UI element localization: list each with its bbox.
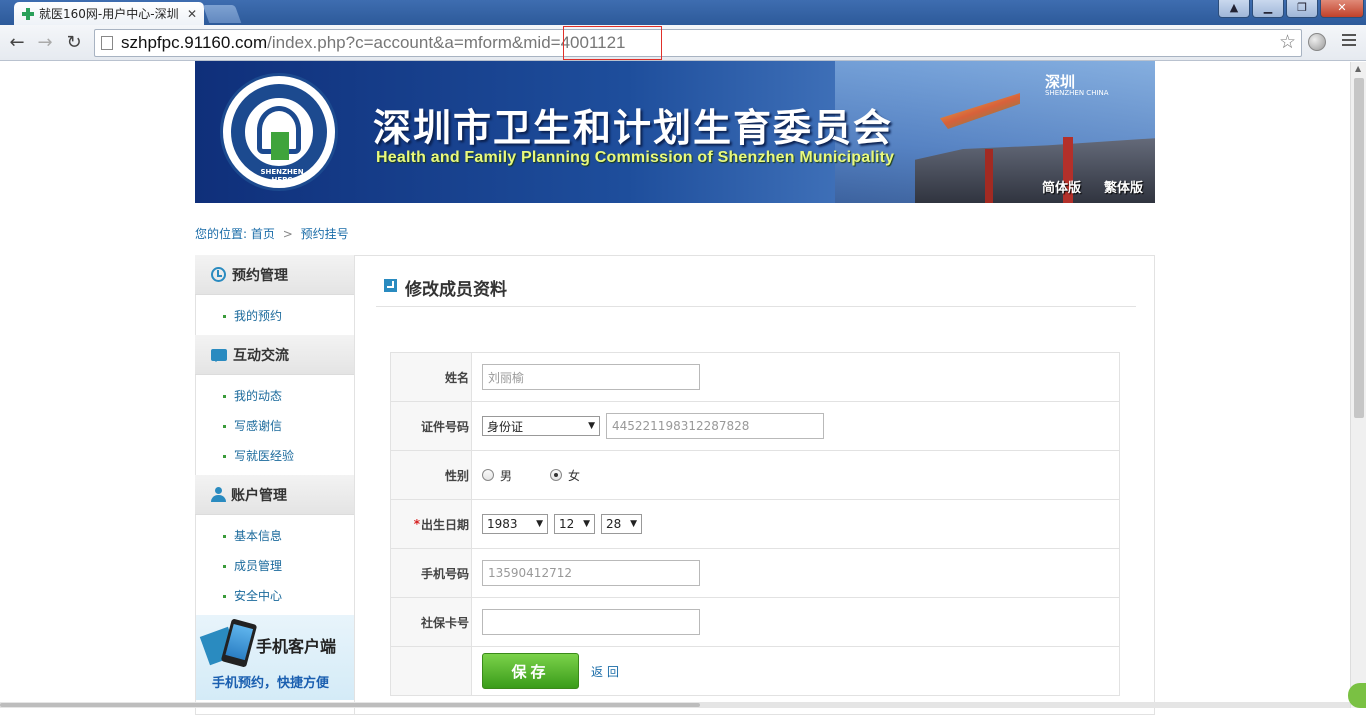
banner-title: 深圳市卫生和计划生育委员会	[373, 97, 893, 152]
save-button[interactable]: 保存	[482, 653, 579, 689]
reload-icon[interactable]: ↻	[63, 32, 85, 54]
new-tab-button[interactable]	[203, 5, 242, 23]
forward-arrow-icon[interactable]: →	[34, 32, 56, 54]
id-number-input[interactable]: 445221198312287828	[606, 413, 824, 439]
breadcrumb-prefix: 您的位置:	[195, 227, 247, 241]
site-favicon-icon	[22, 8, 34, 20]
breadcrumb: 您的位置: 首页 > 预约挂号	[195, 225, 349, 242]
gender-female-label: 女	[568, 467, 580, 484]
shenzhen-logo-sub: SHENZHEN CHINA	[1045, 89, 1109, 97]
traditional-link[interactable]: 繁体版	[1104, 177, 1143, 196]
page-title: 修改成员资料	[405, 275, 507, 300]
breadcrumb-home[interactable]: 首页	[251, 227, 275, 241]
browser-toolbar: ← → ↻ szhpfpc.91160.com/index.php?c=acco…	[0, 25, 1366, 61]
sidebar-item-experience[interactable]: 写就医经验	[223, 447, 294, 464]
dropdown-arrow-icon: ▼	[536, 519, 543, 529]
social-card-label: 社保卡号	[391, 598, 472, 646]
header-banner: SHENZHEN HFPC 深圳市卫生和计划生育委员会 Health and F…	[195, 61, 1155, 203]
form-row-gender: 性别 男 女	[391, 451, 1119, 500]
vertical-scrollbar[interactable]: ▲	[1350, 62, 1366, 708]
page-icon	[101, 36, 113, 50]
breadcrumb-chevron-icon: >	[283, 227, 293, 241]
birthdate-label: *出生日期	[391, 500, 472, 548]
dropdown-arrow-icon: ▼	[588, 421, 595, 431]
form-row-name: 姓名 刘丽榆	[391, 353, 1119, 402]
browser-tab[interactable]: 就医160网-用户中心-深圳 ✕	[14, 2, 204, 25]
maximize-button[interactable]: ❐	[1286, 0, 1318, 18]
simplified-link[interactable]: 简体版	[1042, 177, 1081, 196]
user-icon[interactable]: ▲	[1218, 0, 1250, 18]
url-host: szhpfpc.91160.com	[121, 33, 267, 53]
globe-icon[interactable]	[1308, 33, 1326, 51]
edit-arrow-icon	[384, 279, 397, 292]
scroll-up-arrow-icon[interactable]: ▲	[1355, 64, 1361, 73]
sidebar-item-basic-info[interactable]: 基本信息	[223, 527, 282, 544]
dropdown-arrow-icon: ▼	[630, 519, 637, 529]
sidebar-group-appointments[interactable]: 预约管理	[195, 255, 354, 295]
dropdown-arrow-icon: ▼	[583, 519, 590, 529]
birth-day-select[interactable]: 28▼	[601, 514, 642, 534]
form-row-id: 证件号码 身份证▼ 445221198312287828	[391, 402, 1119, 451]
phone-icon	[221, 618, 258, 667]
id-type-select[interactable]: 身份证▼	[482, 416, 600, 436]
commission-emblem-icon: SHENZHEN HFPC	[220, 73, 338, 191]
birth-month-select[interactable]: 12▼	[554, 514, 595, 534]
gender-label: 性别	[391, 451, 472, 499]
birth-year-select[interactable]: 1983▼	[482, 514, 548, 534]
form-row-social-card: 社保卡号	[391, 598, 1119, 647]
phone-input[interactable]: 13590412712	[482, 560, 700, 586]
scroll-thumb[interactable]	[1354, 78, 1364, 418]
floating-badge-icon[interactable]	[1348, 683, 1366, 708]
gender-male-radio[interactable]	[482, 469, 494, 481]
social-card-input[interactable]	[482, 609, 700, 635]
tab-title: 就医160网-用户中心-深圳	[39, 5, 181, 22]
menu-icon[interactable]	[1342, 34, 1356, 49]
sidebar-group-account[interactable]: 账户管理	[195, 475, 354, 515]
content-header: 修改成员资料	[376, 270, 1136, 307]
tab-close-icon[interactable]: ✕	[186, 7, 198, 21]
chat-icon	[211, 349, 227, 361]
minimize-button[interactable]: ▁	[1252, 0, 1284, 18]
sidebar-item-members[interactable]: 成员管理	[223, 557, 282, 574]
bookmark-star-icon[interactable]: ☆	[1279, 31, 1296, 53]
member-form: 姓名 刘丽榆 证件号码 身份证▼ 445221198312287828 性别 男…	[390, 352, 1120, 696]
back-link[interactable]: 返回	[591, 663, 623, 680]
gender-male-label: 男	[500, 467, 512, 484]
id-label: 证件号码	[391, 402, 472, 450]
form-row-phone: 手机号码 13590412712	[391, 549, 1119, 598]
clock-icon	[211, 267, 226, 282]
sidebar-group-interaction[interactable]: 互动交流	[195, 335, 354, 375]
sidebar-item-my-appointments[interactable]: 我的预约	[223, 307, 282, 324]
back-arrow-icon[interactable]: ←	[6, 32, 28, 54]
close-window-button[interactable]: ✕	[1320, 0, 1364, 18]
gender-female-radio[interactable]	[550, 469, 562, 481]
user-icon	[211, 487, 225, 502]
address-bar[interactable]: szhpfpc.91160.com/index.php?c=account&a=…	[94, 29, 1302, 57]
name-input[interactable]: 刘丽榆	[482, 364, 700, 390]
required-marker: *	[414, 517, 420, 531]
sidebar-item-security[interactable]: 安全中心	[223, 587, 282, 604]
horizontal-scroll-thumb[interactable]	[0, 703, 700, 707]
banner-subtitle: Health and Family Planning Commission of…	[376, 149, 894, 167]
horizontal-scrollbar[interactable]	[0, 702, 1350, 708]
name-label: 姓名	[391, 353, 472, 401]
form-row-actions: 保存 返回	[391, 647, 1119, 695]
sidebar-item-my-feed[interactable]: 我的动态	[223, 387, 282, 404]
browser-tabbar: 就医160网-用户中心-深圳 ✕ ▲ ▁ ❐ ✕	[0, 0, 1366, 25]
form-row-birthdate: *出生日期 1983▼ 12▼ 28▼	[391, 500, 1119, 549]
mobile-client-promo[interactable]: 手机客户端 手机预约，快捷方便	[196, 615, 354, 700]
url-annotation-box	[563, 26, 662, 60]
breadcrumb-current[interactable]: 预约挂号	[301, 227, 349, 241]
sidebar-item-thank-letter[interactable]: 写感谢信	[223, 417, 282, 434]
phone-label: 手机号码	[391, 549, 472, 597]
window-controls: ▲ ▁ ❐ ✕	[1218, 0, 1364, 18]
